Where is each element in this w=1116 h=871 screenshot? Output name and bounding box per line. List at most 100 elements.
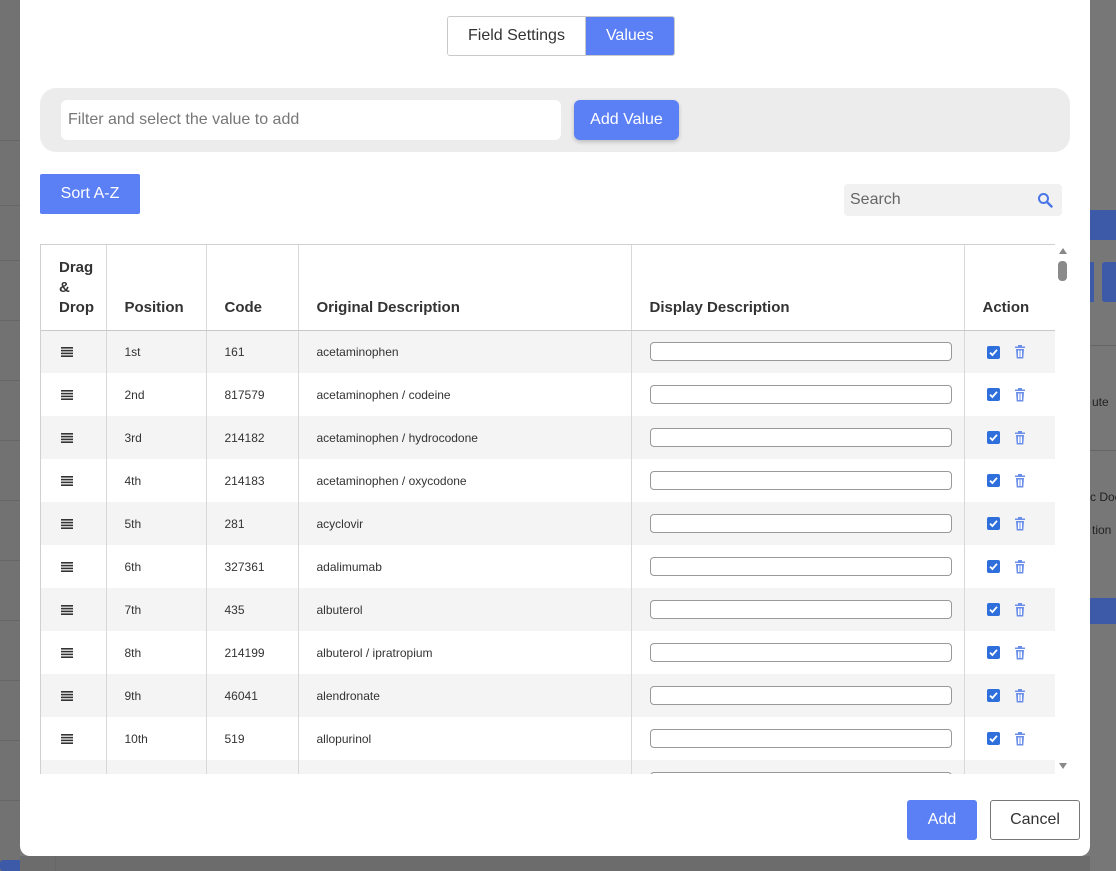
action-cell bbox=[964, 373, 1055, 416]
trash-icon[interactable] bbox=[1014, 602, 1026, 617]
row-checkbox[interactable] bbox=[986, 388, 1000, 402]
search-input[interactable] bbox=[844, 184, 1034, 216]
table-body: 1st 161 acetaminophen 2nd 817579 acetaminophe… bbox=[41, 330, 1055, 774]
drag-handle-icon[interactable] bbox=[61, 604, 73, 615]
table-row: 3rd 214182 acetaminophen / hydrocodone bbox=[41, 416, 1055, 459]
drag-handle-icon[interactable] bbox=[61, 561, 73, 572]
code-cell bbox=[206, 760, 299, 774]
sort-az-button[interactable]: Sort A-Z bbox=[40, 174, 140, 214]
bg-blue-button bbox=[1102, 262, 1116, 302]
bg-divider bbox=[0, 440, 20, 441]
table-row: 6th 327361 adalimumab bbox=[41, 545, 1055, 588]
scroll-thumb[interactable] bbox=[1058, 261, 1067, 281]
position-cell: 8th bbox=[106, 631, 207, 674]
bg-divider bbox=[0, 205, 20, 206]
table-row: 7th 435 albuterol bbox=[41, 588, 1055, 631]
row-checkbox[interactable] bbox=[986, 603, 1000, 617]
code-cell: 214182 bbox=[206, 416, 299, 459]
display-description-input[interactable] bbox=[649, 600, 952, 619]
display-description-cell bbox=[631, 459, 965, 502]
code-cell: 161 bbox=[206, 330, 299, 373]
drag-cell bbox=[41, 416, 107, 459]
row-checkbox[interactable] bbox=[986, 431, 1000, 445]
drag-handle-icon[interactable] bbox=[61, 389, 73, 400]
display-description-input[interactable] bbox=[649, 643, 952, 662]
cancel-button[interactable]: Cancel bbox=[990, 800, 1080, 840]
bg-divider bbox=[0, 320, 20, 321]
scroll-down-arrow-icon[interactable] bbox=[1059, 763, 1067, 769]
trash-icon[interactable] bbox=[1014, 688, 1026, 703]
tab-field-settings[interactable]: Field Settings bbox=[448, 17, 585, 55]
display-description-input[interactable] bbox=[649, 471, 952, 490]
drag-handle-icon[interactable] bbox=[61, 518, 73, 529]
display-description-input[interactable] bbox=[649, 342, 952, 362]
header-action: Action bbox=[964, 245, 1055, 331]
search-icon[interactable] bbox=[1037, 192, 1053, 208]
table-row bbox=[41, 760, 1055, 774]
trash-icon[interactable] bbox=[1014, 345, 1026, 359]
add-value-button[interactable]: Add Value bbox=[574, 100, 679, 140]
row-checkbox[interactable] bbox=[986, 646, 1000, 660]
display-description-input[interactable] bbox=[649, 686, 952, 705]
action-cell bbox=[964, 760, 1055, 774]
drag-handle-icon[interactable] bbox=[61, 475, 73, 486]
checkmark-icon bbox=[988, 348, 998, 356]
filter-input[interactable] bbox=[61, 100, 561, 140]
action-cell bbox=[964, 545, 1055, 588]
table-scrollbar[interactable] bbox=[1056, 244, 1070, 774]
position-cell: 9th bbox=[106, 674, 207, 717]
header-drag-line: & bbox=[59, 278, 70, 296]
original-description-cell: alendronate bbox=[298, 674, 632, 717]
trash-icon[interactable] bbox=[1014, 473, 1026, 488]
position-cell: 7th bbox=[106, 588, 207, 631]
display-description-input[interactable] bbox=[649, 514, 952, 533]
row-checkbox[interactable] bbox=[986, 345, 1000, 359]
drag-cell bbox=[41, 674, 107, 717]
row-checkbox[interactable] bbox=[986, 517, 1000, 531]
bg-divider bbox=[55, 856, 56, 871]
drag-handle-icon[interactable] bbox=[61, 647, 73, 658]
original-description-cell: allopurinol bbox=[298, 717, 632, 760]
trash-icon[interactable] bbox=[1014, 645, 1026, 660]
bg-divider bbox=[1090, 345, 1116, 346]
bg-divider bbox=[0, 560, 20, 561]
row-checkbox[interactable] bbox=[986, 689, 1000, 703]
display-description-cell bbox=[631, 631, 965, 674]
action-cell bbox=[964, 674, 1055, 717]
scroll-up-arrow-icon[interactable] bbox=[1059, 248, 1067, 254]
display-description-cell bbox=[631, 330, 965, 373]
trash-icon[interactable] bbox=[1014, 731, 1026, 746]
header-drag-drop: Drag & Drop bbox=[41, 245, 107, 331]
drag-handle-icon[interactable] bbox=[61, 690, 73, 701]
bg-text: ute bbox=[1092, 395, 1109, 409]
display-description-input[interactable] bbox=[649, 428, 952, 447]
row-checkbox[interactable] bbox=[986, 560, 1000, 574]
display-description-input[interactable] bbox=[649, 729, 952, 748]
row-checkbox[interactable] bbox=[986, 732, 1000, 746]
display-description-input[interactable] bbox=[649, 385, 952, 404]
trash-icon[interactable] bbox=[1014, 430, 1026, 445]
position-cell: 6th bbox=[106, 545, 207, 588]
display-description-cell bbox=[631, 717, 965, 760]
bg-divider bbox=[0, 140, 20, 141]
display-description-cell bbox=[631, 760, 965, 774]
tab-values[interactable]: Values bbox=[584, 17, 674, 55]
trash-icon[interactable] bbox=[1014, 387, 1026, 402]
drag-handle-icon[interactable] bbox=[61, 346, 73, 357]
trash-icon[interactable] bbox=[1014, 516, 1026, 531]
checkmark-icon bbox=[988, 606, 998, 614]
tab-group: Field Settings Values bbox=[447, 16, 675, 56]
add-button[interactable]: Add bbox=[907, 800, 977, 840]
table-row: 1st 161 acetaminophen bbox=[41, 330, 1055, 373]
display-description-cell bbox=[631, 545, 965, 588]
original-description-cell bbox=[298, 760, 632, 774]
original-description-cell: albuterol bbox=[298, 588, 632, 631]
position-cell: 1st bbox=[106, 330, 207, 373]
drag-handle-icon[interactable] bbox=[61, 432, 73, 443]
display-description-input[interactable] bbox=[649, 772, 952, 774]
display-description-input[interactable] bbox=[649, 557, 952, 576]
drag-handle-icon[interactable] bbox=[61, 733, 73, 744]
table-row: 8th 214199 albuterol / ipratropium bbox=[41, 631, 1055, 674]
trash-icon[interactable] bbox=[1014, 559, 1026, 574]
row-checkbox[interactable] bbox=[986, 474, 1000, 488]
